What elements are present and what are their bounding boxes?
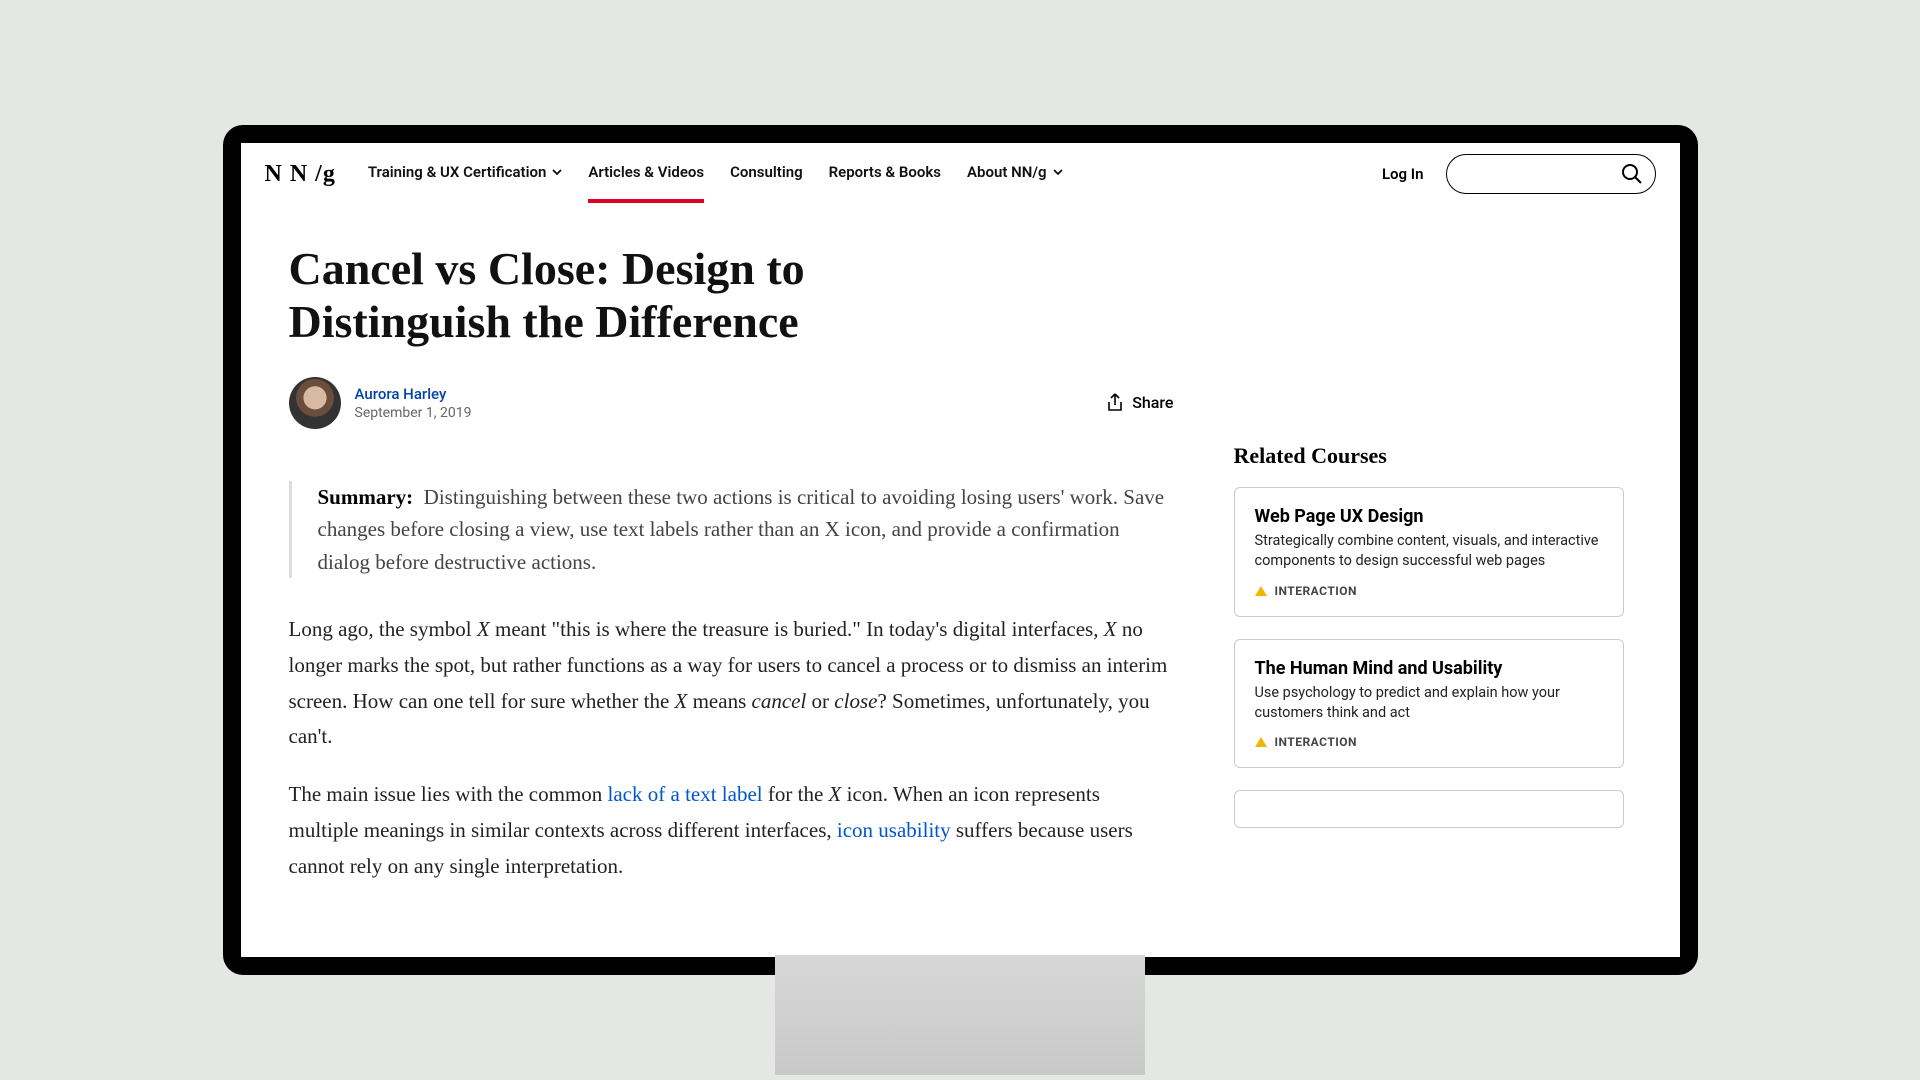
article-main: Cancel vs Close: Design to Distinguish t… xyxy=(289,243,1174,906)
summary-text: Distinguishing between these two actions… xyxy=(318,485,1165,574)
nav-label: Reports & Books xyxy=(829,163,941,181)
text: or xyxy=(806,689,834,713)
course-title: Web Page UX Design xyxy=(1255,506,1603,527)
nav-label: Training & UX Certification xyxy=(368,163,547,181)
login-link[interactable]: Log In xyxy=(1382,165,1424,183)
text-italic: X xyxy=(675,689,688,713)
tag-label: INTERACTION xyxy=(1275,735,1358,749)
text-italic: cancel xyxy=(752,689,807,713)
text-italic: close xyxy=(834,689,877,713)
article-body: Long ago, the symbol X meant "this is wh… xyxy=(289,612,1174,884)
chevron-down-icon xyxy=(552,167,562,177)
device-frame: N N /g Training & UX Certification Artic… xyxy=(223,125,1698,975)
tag-label: INTERACTION xyxy=(1275,584,1358,598)
share-button[interactable]: Share xyxy=(1106,393,1173,413)
course-title: The Human Mind and Usability xyxy=(1255,658,1603,679)
nav-item-consulting[interactable]: Consulting xyxy=(730,163,803,185)
author-block: Aurora Harley September 1, 2019 xyxy=(289,377,472,429)
article-meta: Aurora Harley September 1, 2019 Share xyxy=(289,377,1174,429)
sidebar-title: Related Courses xyxy=(1234,443,1624,469)
link-icon-usability[interactable]: icon usability xyxy=(837,818,951,842)
nav-item-articles[interactable]: Articles & Videos xyxy=(588,163,704,185)
text: The main issue lies with the common xyxy=(289,782,608,806)
link-text-label[interactable]: lack of a text label xyxy=(608,782,763,806)
nav-item-reports[interactable]: Reports & Books xyxy=(829,163,941,185)
triangle-icon xyxy=(1255,737,1267,747)
summary-block: Summary: Distinguishing between these tw… xyxy=(289,481,1174,579)
content: Cancel vs Close: Design to Distinguish t… xyxy=(241,205,1680,906)
logo[interactable]: N N /g xyxy=(265,161,336,188)
chevron-down-icon xyxy=(1053,167,1063,177)
text: Long ago, the symbol xyxy=(289,617,477,641)
course-card[interactable]: Web Page UX Design Strategically combine… xyxy=(1234,487,1624,617)
publish-date: September 1, 2019 xyxy=(355,405,472,421)
text-italic: X xyxy=(829,782,842,806)
text: for the xyxy=(763,782,829,806)
course-tag: INTERACTION xyxy=(1255,735,1603,749)
course-desc: Strategically combine content, visuals, … xyxy=(1255,531,1603,572)
monitor-stand xyxy=(775,955,1145,1075)
text-italic: X xyxy=(1104,617,1117,641)
author-text: Aurora Harley September 1, 2019 xyxy=(355,385,472,421)
nav-label: About NN/g xyxy=(967,163,1047,181)
paragraph-1: Long ago, the symbol X meant "this is wh… xyxy=(289,612,1174,755)
paragraph-2: The main issue lies with the common lack… xyxy=(289,777,1174,884)
article-title: Cancel vs Close: Design to Distinguish t… xyxy=(289,243,1039,349)
avatar xyxy=(289,377,341,429)
course-desc: Use psychology to predict and explain ho… xyxy=(1255,683,1603,724)
nav-label: Consulting xyxy=(730,163,803,181)
share-icon xyxy=(1106,393,1124,413)
nav-right: Log In xyxy=(1382,154,1656,194)
triangle-icon xyxy=(1255,586,1267,596)
nav-item-training[interactable]: Training & UX Certification xyxy=(368,163,563,185)
search-input[interactable] xyxy=(1446,154,1656,194)
nav-label: Articles & Videos xyxy=(588,163,704,181)
course-card[interactable]: The Human Mind and Usability Use psychol… xyxy=(1234,639,1624,769)
course-tag: INTERACTION xyxy=(1255,584,1603,598)
text: means xyxy=(687,689,751,713)
text: meant "this is where the treasure is bur… xyxy=(490,617,1104,641)
nav-item-about[interactable]: About NN/g xyxy=(967,163,1063,185)
sidebar: Related Courses Web Page UX Design Strat… xyxy=(1234,243,1624,906)
summary-label: Summary: xyxy=(318,485,414,509)
course-card-partial[interactable] xyxy=(1234,790,1624,828)
search-icon xyxy=(1621,163,1643,185)
nav-items: Training & UX Certification Articles & V… xyxy=(368,163,1358,185)
text-italic: X xyxy=(477,617,490,641)
top-nav: N N /g Training & UX Certification Artic… xyxy=(241,143,1680,205)
author-link[interactable]: Aurora Harley xyxy=(355,385,472,403)
screen: N N /g Training & UX Certification Artic… xyxy=(241,143,1680,957)
share-label: Share xyxy=(1132,393,1173,412)
